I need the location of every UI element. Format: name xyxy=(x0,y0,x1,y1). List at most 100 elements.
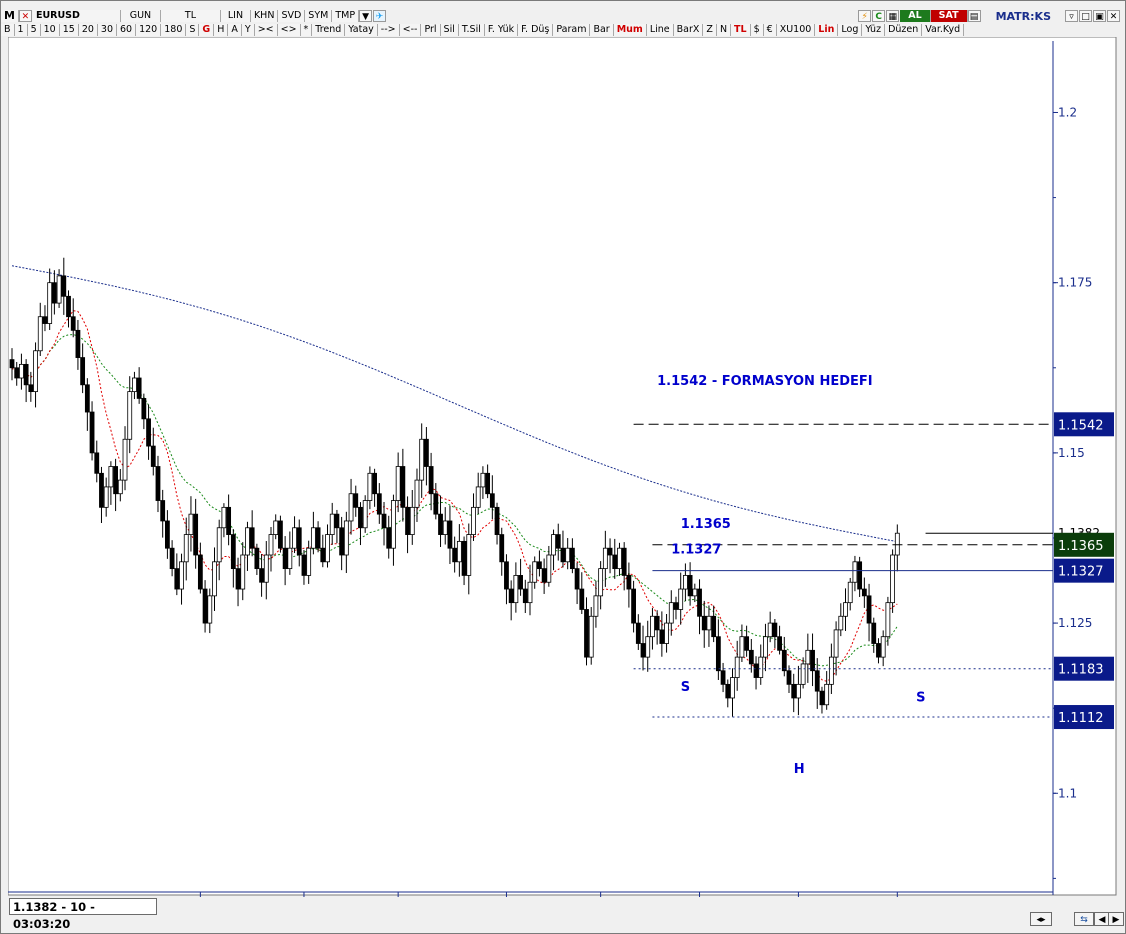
toolbar-bottom-item[interactable]: Yatay xyxy=(345,24,378,36)
toolbar-bottom-item[interactable]: A xyxy=(228,24,242,36)
candle-body xyxy=(673,602,679,610)
toolbar-bottom-item[interactable]: 10 xyxy=(40,24,60,36)
toolbar-bottom-item[interactable]: Mum xyxy=(613,24,647,36)
refresh-icon[interactable]: C xyxy=(872,10,886,22)
candle-body xyxy=(683,575,688,590)
toolbar-bottom-item[interactable]: Y xyxy=(241,24,255,36)
dropdown-arrow-icon[interactable]: ▼ xyxy=(359,10,373,22)
toolbar-bottom-item[interactable]: H xyxy=(214,24,229,36)
candle-body xyxy=(188,513,194,535)
toolbar-top-item-sym[interactable]: SYM xyxy=(305,10,333,22)
currency-button[interactable]: TL xyxy=(160,10,221,22)
scroll-right-icon[interactable]: ▶ xyxy=(1108,912,1124,926)
candle-body xyxy=(409,506,415,535)
toolbar-bottom-item[interactable]: G xyxy=(199,24,215,36)
toolbar-bottom-item[interactable]: 20 xyxy=(78,24,98,36)
candle-body xyxy=(263,554,269,583)
toolbar-bottom-item[interactable]: >< xyxy=(254,24,278,36)
scroll-sync-icon[interactable]: ⇆ xyxy=(1074,912,1094,926)
candle-body xyxy=(452,547,458,563)
buy-button[interactable]: AL xyxy=(900,10,931,22)
candle-body xyxy=(273,520,279,535)
restore-icon[interactable]: □ xyxy=(1079,10,1092,22)
candle-body xyxy=(372,472,378,495)
candle-body xyxy=(103,486,109,508)
candle-body xyxy=(461,540,467,576)
candle-body xyxy=(847,581,853,604)
toolbar-bottom-item[interactable]: XU100 xyxy=(776,24,816,36)
candle-body xyxy=(687,575,693,597)
toolbar-bottom-item[interactable]: 15 xyxy=(59,24,79,36)
candle-body xyxy=(127,391,133,440)
toolbar-bottom-item[interactable]: Line xyxy=(646,24,674,36)
close-symbol-icon[interactable]: ✕ xyxy=(18,10,32,22)
candle-body xyxy=(334,513,340,529)
candle-body xyxy=(781,649,787,672)
toolbar-bottom-item[interactable]: Düzen xyxy=(885,24,923,36)
minimize-icon[interactable]: ▿ xyxy=(1065,10,1078,22)
candle-body xyxy=(734,656,740,678)
candle-body xyxy=(499,534,505,563)
toolbar-top-item-svd[interactable]: SVD xyxy=(278,10,306,22)
toolbar-bottom-item[interactable]: S xyxy=(186,24,200,36)
candle-body xyxy=(282,547,288,570)
candle-body xyxy=(621,547,627,576)
toolbar-bottom-item[interactable]: Param xyxy=(553,24,591,36)
candle-body xyxy=(362,500,368,529)
toolbar-bottom-item[interactable]: Trend xyxy=(312,24,346,36)
close-window-icon[interactable]: ✕ xyxy=(1107,10,1120,22)
toolbar-bottom-item[interactable]: 60 xyxy=(117,24,137,36)
candle-body xyxy=(174,568,180,590)
toolbar-bottom-item[interactable]: 120 xyxy=(136,24,162,36)
toolbar-top-item-tmp[interactable]: TMP xyxy=(332,10,360,22)
toolbar-bottom-item[interactable]: <-- xyxy=(399,24,422,36)
candle-body xyxy=(66,295,71,318)
twitter-bird-icon[interactable]: ✈ xyxy=(373,10,387,22)
network-icon[interactable]: ▦ xyxy=(886,10,900,22)
toolbar-bottom-item[interactable]: <> xyxy=(277,24,301,36)
toolbar-bottom-item[interactable]: N xyxy=(716,24,732,36)
toolbar-bottom-item[interactable]: Var.Kyd xyxy=(922,24,965,36)
toolbar-bottom-item[interactable]: 5 xyxy=(27,24,41,36)
toolbar-bottom-item[interactable]: --> xyxy=(377,24,400,36)
toolbar-bottom-item[interactable]: Sil xyxy=(440,24,459,36)
period-button[interactable]: GUN xyxy=(120,10,161,22)
price-chart[interactable]: 1.11.1251.151.1751.2 11/1812/1801/1902/1… xyxy=(8,37,1118,897)
candle-body xyxy=(113,466,118,495)
toolbar-bottom-item[interactable]: T.Sil xyxy=(458,24,485,36)
toolbar-bottom-item[interactable]: € xyxy=(763,24,777,36)
candle-body xyxy=(607,547,613,556)
toolbar-bottom-item[interactable]: $ xyxy=(750,24,764,36)
toolbar-bottom-item[interactable]: Yüz xyxy=(862,24,886,36)
candle-body xyxy=(179,561,184,590)
symbol-field[interactable]: EURUSD xyxy=(32,10,121,22)
toolbar-bottom-item[interactable]: TL xyxy=(731,24,751,36)
toolbar-bottom-item[interactable]: * xyxy=(300,24,313,36)
toolbar-bottom-item[interactable]: BarX xyxy=(673,24,704,36)
candle-body xyxy=(569,547,575,570)
candle-body xyxy=(654,615,660,631)
maximize-icon[interactable]: ▣ xyxy=(1093,10,1106,22)
toolbar-bottom-item[interactable]: Lin xyxy=(815,24,839,36)
toolbar-bottom-item[interactable]: F. Yük xyxy=(484,24,519,36)
toolbar-bottom-item[interactable]: 30 xyxy=(97,24,117,36)
grid-icon[interactable]: ▤ xyxy=(967,10,981,22)
candle-body xyxy=(659,629,665,644)
scale-button[interactable]: LIN xyxy=(220,10,251,22)
toolbar-bottom-item[interactable]: 1 xyxy=(14,24,28,36)
candle-body xyxy=(475,486,481,508)
toolbar-top-item-khn[interactable]: KHN xyxy=(250,10,279,22)
scroll-thumb[interactable]: ◂▸ xyxy=(1030,912,1052,926)
toolbar-bottom-item[interactable]: Prl xyxy=(421,24,441,36)
toolbar-bottom-item[interactable]: F. Düş xyxy=(518,24,554,36)
toolbar-bottom-item[interactable]: B xyxy=(1,24,15,36)
sell-button[interactable]: SAT xyxy=(930,10,968,22)
toolbar-bottom-item[interactable]: Z xyxy=(703,24,717,36)
toolbar-bottom-item[interactable]: 180 xyxy=(161,24,187,36)
toolbar-bottom-item[interactable]: Bar xyxy=(590,24,614,36)
candle-body xyxy=(504,561,509,590)
candle-body xyxy=(546,554,552,583)
candle-body xyxy=(664,622,669,644)
toolbar-bottom-item[interactable]: Log xyxy=(838,24,863,36)
lightning-icon[interactable]: ⚡ xyxy=(858,10,872,22)
